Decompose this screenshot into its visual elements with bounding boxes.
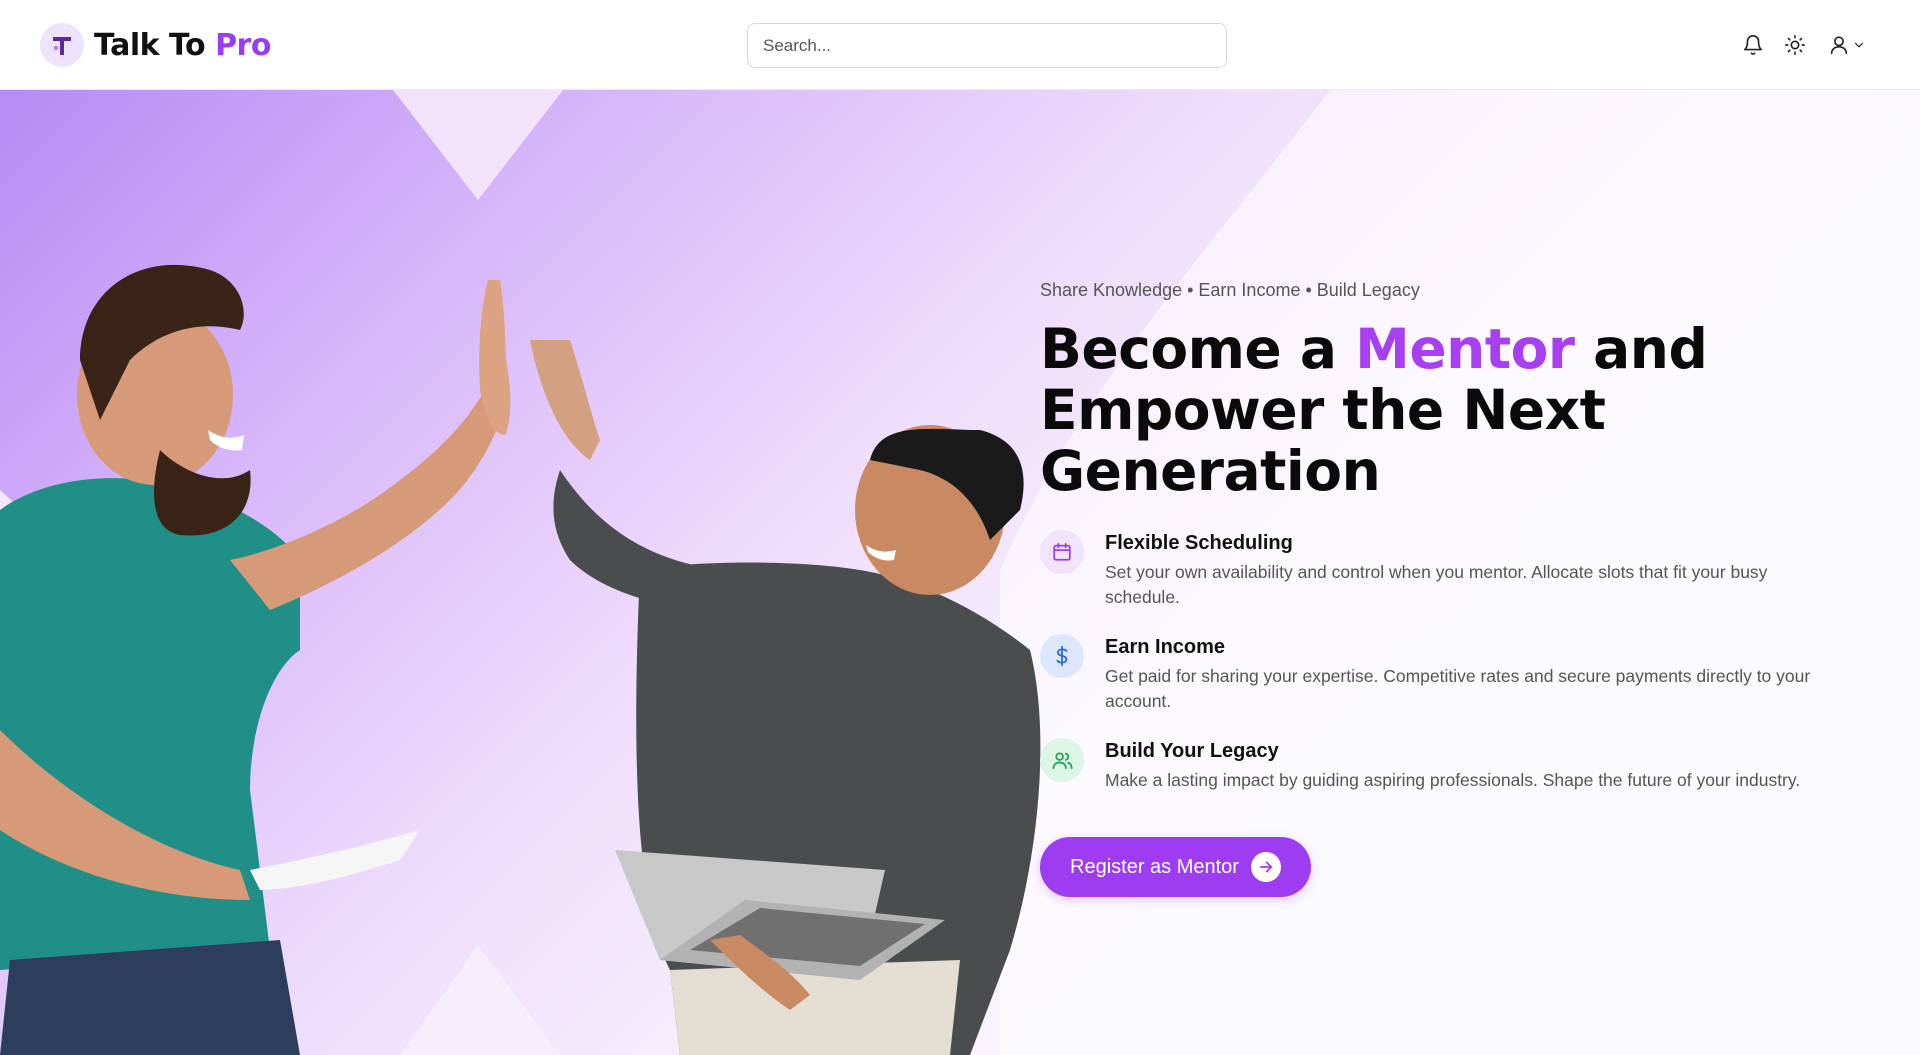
dollar-icon bbox=[1040, 634, 1084, 678]
headline-part-2: and bbox=[1574, 317, 1708, 381]
register-as-mentor-button[interactable]: Register as Mentor bbox=[1040, 837, 1311, 897]
mentors-high-five-photo bbox=[0, 264, 1041, 1055]
headline-accent: Mentor bbox=[1355, 317, 1575, 381]
headline-line-3: Generation bbox=[1040, 439, 1381, 503]
register-button-label: Register as Mentor bbox=[1070, 855, 1239, 878]
account-menu-button[interactable] bbox=[1822, 30, 1872, 60]
hero-section: Share Knowledge • Earn Income • Build Le… bbox=[0, 90, 1920, 1055]
feature-item: Build Your Legacy Make a lasting impact … bbox=[1040, 738, 1820, 793]
search-input[interactable] bbox=[747, 23, 1227, 68]
brand-name-accent: Pro bbox=[215, 27, 271, 63]
feature-description: Make a lasting impact by guiding aspirin… bbox=[1105, 770, 1801, 790]
headline-line-2: Empower the Next bbox=[1040, 378, 1606, 442]
user-icon bbox=[1828, 34, 1850, 56]
users-icon bbox=[1040, 738, 1084, 782]
chevron-down-icon bbox=[1852, 38, 1866, 52]
bell-icon[interactable] bbox=[1738, 30, 1768, 60]
mentor-pitch: Share Knowledge • Earn Income • Build Le… bbox=[1040, 280, 1820, 897]
sun-icon[interactable] bbox=[1780, 30, 1810, 60]
brand-name: Talk To Pro bbox=[94, 28, 271, 63]
headline-part-1: Become a bbox=[1040, 317, 1356, 381]
brand-name-main: Talk To bbox=[94, 27, 206, 63]
hero-tagline: Share Knowledge • Earn Income • Build Le… bbox=[1040, 280, 1420, 300]
calendar-icon bbox=[1040, 530, 1084, 574]
feature-title: Build Your Legacy bbox=[1105, 740, 1279, 762]
feature-description: Set your own availability and control wh… bbox=[1105, 562, 1768, 607]
arrow-right-icon bbox=[1250, 852, 1281, 882]
brand-logo[interactable]: Talk To Pro bbox=[40, 22, 271, 68]
hero-headline: Become a Mentor and Empower the Next Gen… bbox=[1040, 319, 1820, 502]
feature-title: Flexible Scheduling bbox=[1105, 532, 1293, 554]
logo-t-icon bbox=[40, 23, 84, 67]
top-navbar: Talk To Pro bbox=[0, 0, 1920, 90]
feature-description: Get paid for sharing your expertise. Com… bbox=[1105, 666, 1811, 711]
feature-list: Flexible Scheduling Set your own availab… bbox=[1040, 530, 1820, 793]
feature-item: Earn Income Get paid for sharing your ex… bbox=[1040, 634, 1820, 714]
feature-item: Flexible Scheduling Set your own availab… bbox=[1040, 530, 1820, 610]
feature-title: Earn Income bbox=[1105, 636, 1226, 658]
